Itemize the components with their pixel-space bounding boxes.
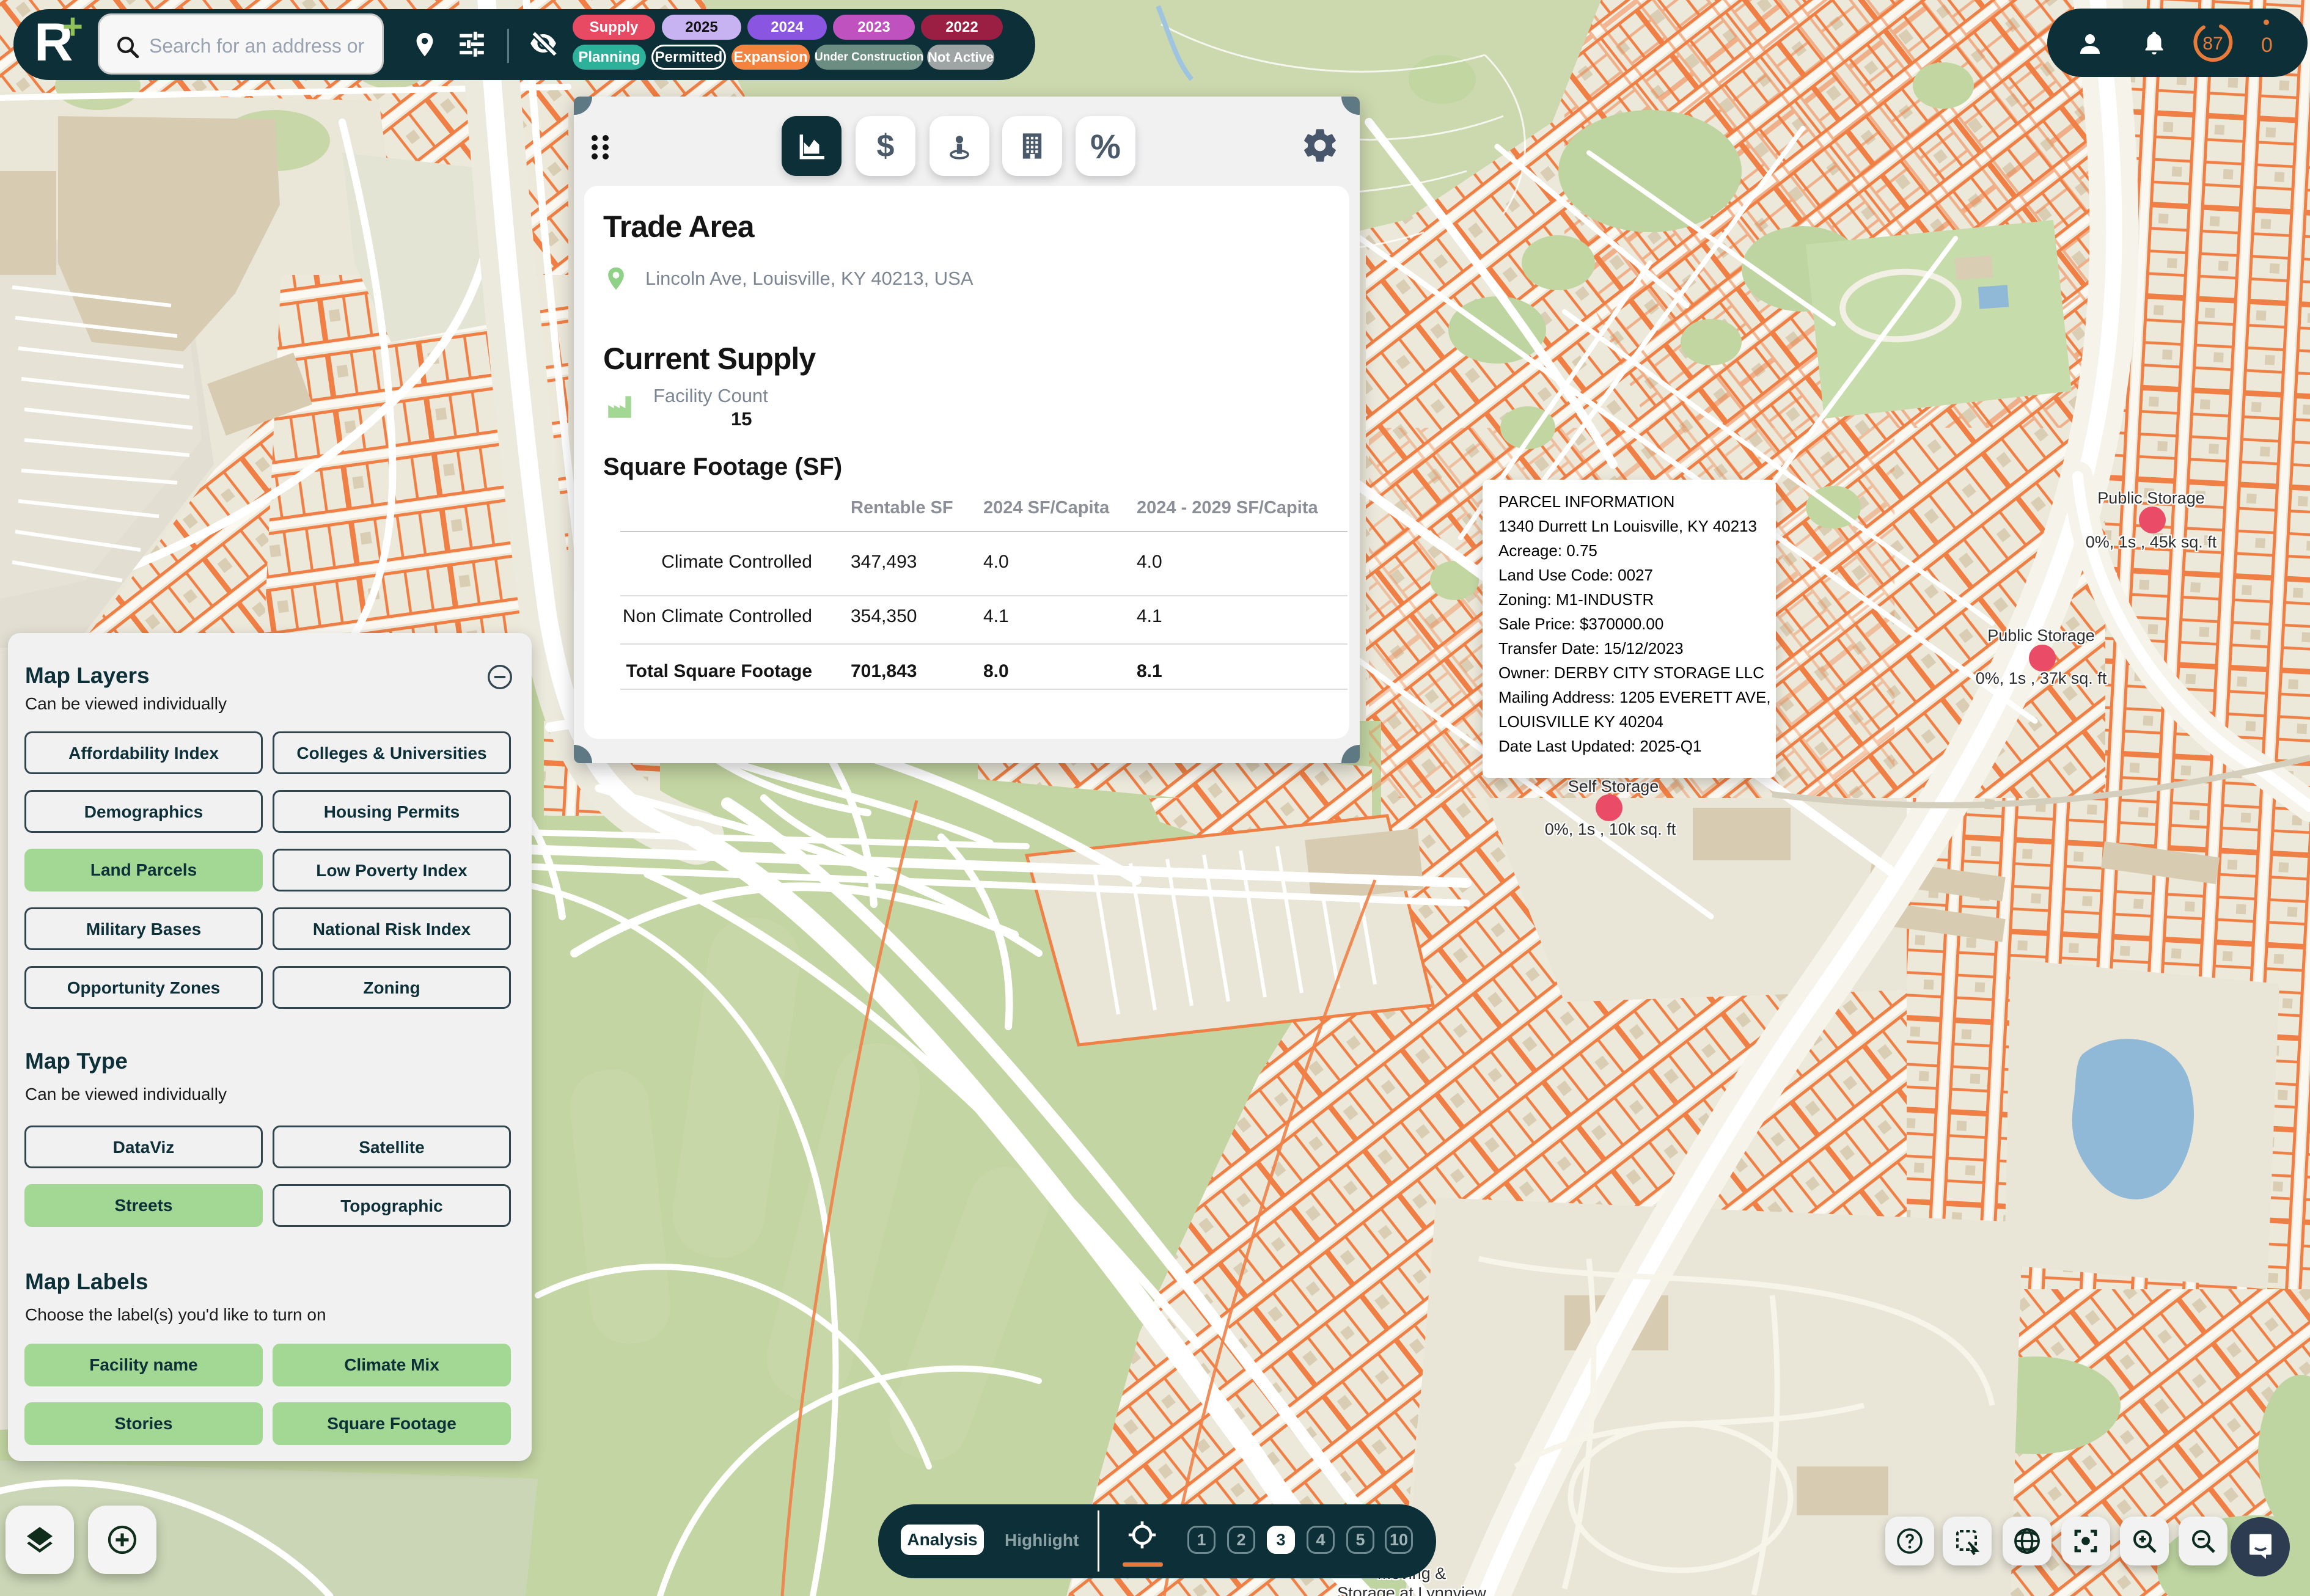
svg-text:87: 87: [2202, 34, 2223, 54]
